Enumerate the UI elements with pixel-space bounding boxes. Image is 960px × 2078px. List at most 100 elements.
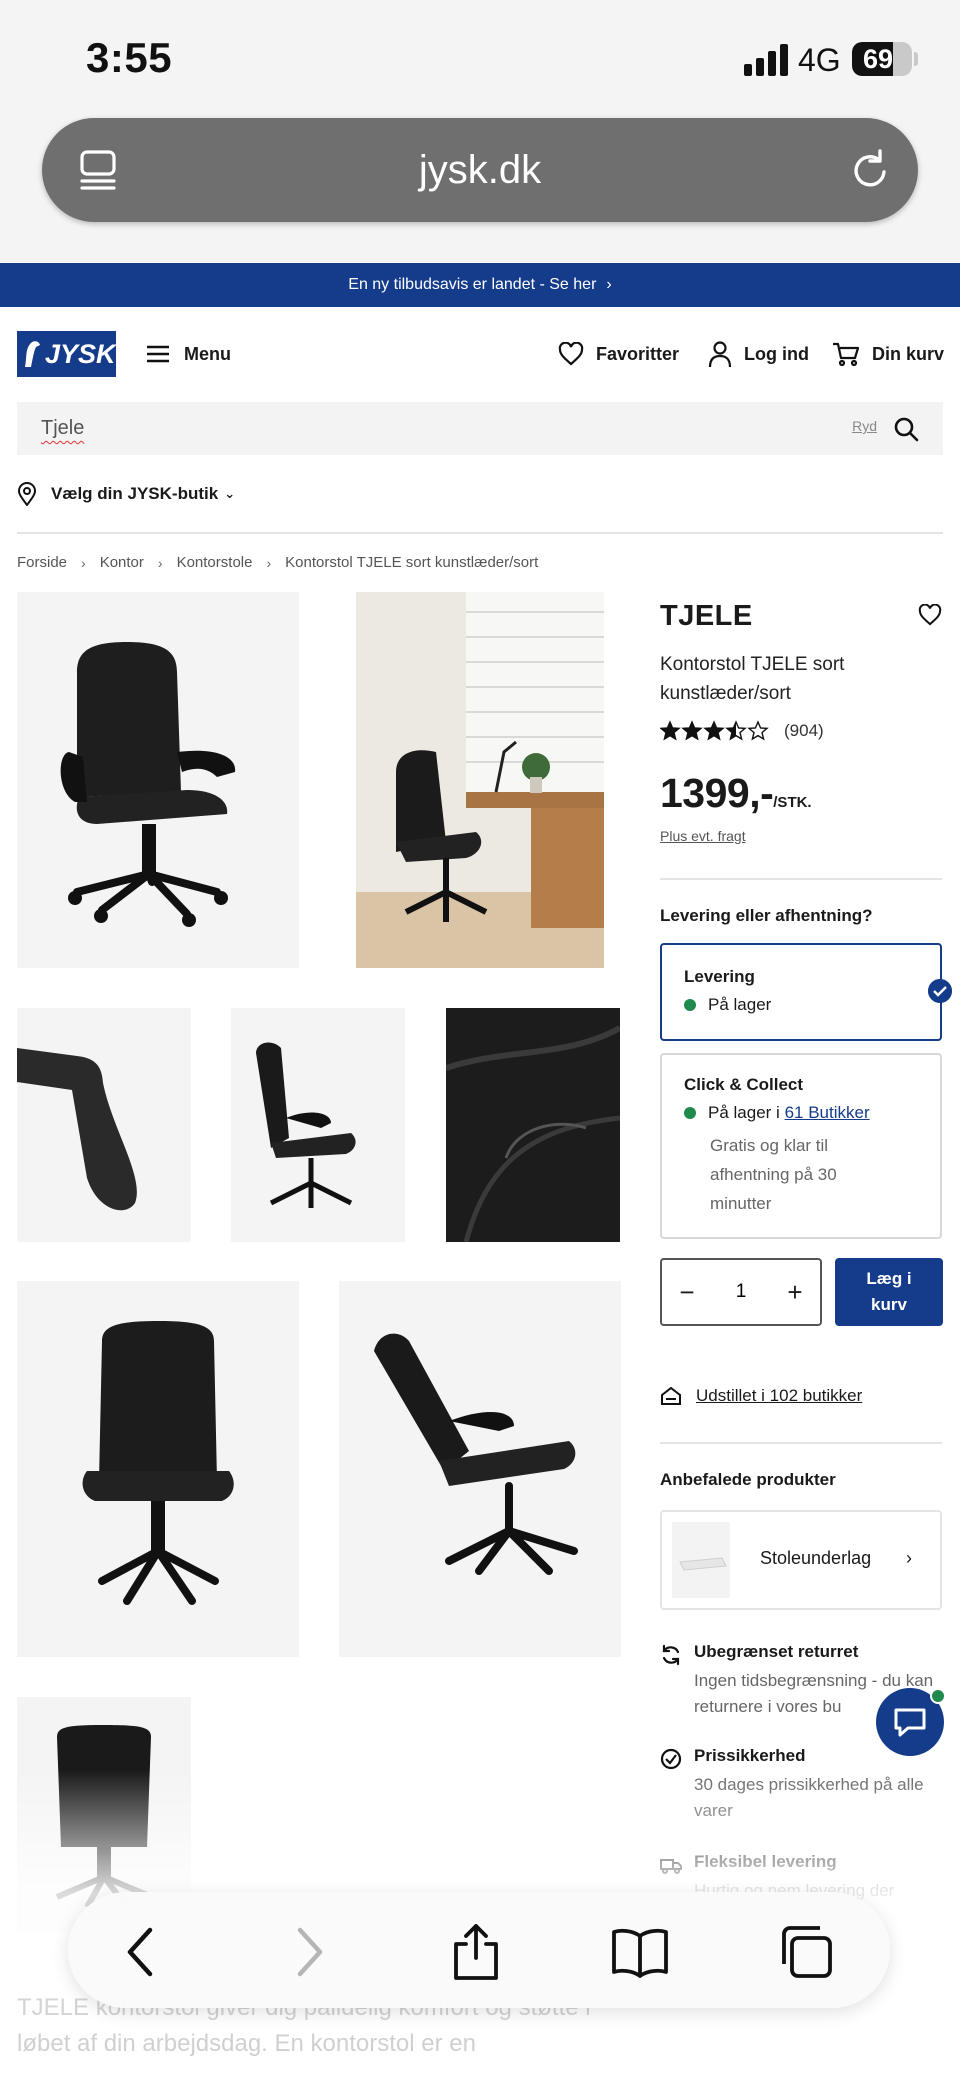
- product-image-room[interactable]: [356, 592, 604, 968]
- armrest-image: [17, 1048, 137, 1211]
- add-to-cart-line1: Læg i: [866, 1269, 912, 1288]
- breadcrumb-item[interactable]: Forside: [17, 554, 67, 571]
- star-icon: [703, 720, 725, 741]
- menu-label: Menu: [184, 343, 231, 364]
- login-link[interactable]: Log ind: [708, 337, 809, 371]
- chair-recline-image: [374, 1333, 578, 1575]
- add-to-cart-button[interactable]: Læg i kurv: [835, 1258, 943, 1326]
- divider: [660, 878, 942, 880]
- rating-stars: [660, 720, 769, 741]
- option-note: Gratis og klar til afhentning på 30 minu…: [710, 1136, 837, 1213]
- chevron-right-icon: ›: [81, 554, 86, 571]
- star-icon: [725, 720, 747, 741]
- option-title: Levering: [684, 967, 755, 986]
- chair-side-image: [256, 1042, 356, 1208]
- chevron-right-icon: ›: [906, 1548, 912, 1568]
- stock-status: På lager i 61 Butikker: [708, 1103, 870, 1123]
- url-text[interactable]: jysk.dk: [42, 118, 918, 222]
- share-icon[interactable]: [446, 1922, 506, 1982]
- chair-image: [60, 642, 236, 927]
- product-image-recline[interactable]: [339, 1281, 621, 1657]
- stock-dot-icon: [684, 999, 696, 1011]
- usp-text: 30 dages prissikkerhed på alle varer: [694, 1775, 924, 1820]
- battery-percent: 69: [862, 44, 894, 74]
- online-indicator: [930, 1688, 946, 1704]
- mat-image: [679, 1557, 727, 1571]
- breadcrumb-item[interactable]: Kontorstole: [177, 554, 253, 571]
- bookmarks-icon[interactable]: [610, 1922, 670, 1982]
- address-bar[interactable]: jysk.dk: [42, 118, 918, 222]
- search-input[interactable]: [41, 402, 541, 455]
- logo-bird-icon: [25, 341, 40, 367]
- cart-label: Din kurv: [872, 343, 945, 364]
- back-icon[interactable]: [112, 1922, 172, 1982]
- search-icon[interactable]: [893, 416, 919, 442]
- menu-button[interactable]: Menu: [146, 337, 231, 371]
- price-unit: /STK.: [773, 794, 812, 811]
- forward-icon[interactable]: [278, 1922, 338, 1982]
- recommended-label: Stoleunderlag: [760, 1548, 872, 1568]
- tabs-overview-icon[interactable]: [776, 1922, 836, 1982]
- chair-front-image: [82, 1321, 234, 1605]
- stock-status: På lager: [708, 995, 772, 1014]
- stores-link[interactable]: 61 Butikker: [785, 1103, 870, 1122]
- product-image-front-2[interactable]: [17, 1281, 299, 1657]
- divider: [660, 1442, 942, 1444]
- price: 1399,-/STK.: [660, 770, 812, 817]
- chat-button[interactable]: [876, 1688, 946, 1756]
- option-stock: På lager: [684, 995, 771, 1015]
- search-clear-button[interactable]: Ryd: [852, 418, 877, 434]
- product-image-armrest[interactable]: [17, 1008, 191, 1242]
- shipping-link[interactable]: Plus evt. fragt: [660, 828, 746, 844]
- usp-title: Ubegrænset returret: [694, 1642, 859, 1661]
- store-picker-label: Vælg din JYSK-butik: [51, 484, 219, 503]
- star-icon: [681, 720, 703, 741]
- favorites-link[interactable]: Favoritter: [558, 337, 679, 371]
- delivery-heading: Levering eller afhentning?: [660, 906, 873, 925]
- search-bar: Ryd: [17, 402, 943, 455]
- refresh-icon: [662, 1644, 680, 1666]
- logo-text: JYSK: [45, 339, 116, 369]
- displayed-in-label: Udstillet i 102 butikker: [696, 1386, 863, 1405]
- store-picker[interactable]: Vælg din JYSK-butik ⌄: [17, 478, 235, 510]
- stock-status-prefix: På lager i: [708, 1103, 780, 1122]
- battery-icon: 69: [852, 42, 912, 76]
- cart-link[interactable]: Din kurv: [832, 337, 944, 371]
- cart-icon: [833, 342, 860, 367]
- check-circle-icon: [660, 1748, 682, 1770]
- browser-toolbar: jysk.dk: [0, 110, 960, 262]
- option-stock: På lager i 61 Butikker: [684, 1103, 870, 1123]
- checkmark-icon: [928, 979, 952, 1003]
- battery-tip: [914, 52, 918, 66]
- product-subtitle: Kontorstol TJELE sort kunstlæder/sort: [660, 654, 845, 704]
- decrease-button[interactable]: −: [662, 1260, 712, 1324]
- recommended-item[interactable]: Stoleunderlag ›: [660, 1510, 942, 1610]
- add-to-cart-line2: kurv: [871, 1295, 907, 1314]
- signal-icon: [744, 44, 788, 76]
- stock-dot-icon: [684, 1107, 696, 1119]
- recommended-heading: Anbefalede produkter: [660, 1470, 836, 1489]
- jysk-logo[interactable]: JYSK: [17, 331, 116, 377]
- product-image-side[interactable]: [231, 1008, 405, 1242]
- network-type: 4G: [798, 42, 841, 78]
- chevron-right-icon: ›: [606, 276, 612, 293]
- product-image-front[interactable]: [17, 592, 299, 968]
- promo-text: En ny tilbudsavis er landet - Se her: [348, 276, 597, 293]
- breadcrumb-item[interactable]: Kontor: [100, 554, 144, 571]
- breadcrumb: Forside › Kontor › Kontorstole › Kontors…: [17, 554, 538, 571]
- delivery-option-levering[interactable]: Levering På lager: [660, 943, 952, 1041]
- displayed-in-stores-link[interactable]: Udstillet i 102 butikker: [660, 1386, 862, 1406]
- promo-banner[interactable]: En ny tilbudsavis er landet - Se her ›: [0, 263, 960, 307]
- quantity-stepper: − +: [660, 1258, 822, 1326]
- favorite-heart-icon[interactable]: [918, 604, 942, 626]
- product-image-detail[interactable]: [446, 1008, 620, 1242]
- hamburger-icon: [147, 345, 169, 363]
- rating[interactable]: (904): [660, 720, 824, 742]
- truck-icon: [660, 1859, 682, 1874]
- user-icon: [708, 341, 732, 368]
- login-label: Log ind: [744, 343, 809, 364]
- reload-icon[interactable]: [846, 146, 894, 194]
- delivery-option-click-collect[interactable]: Click & Collect På lager i 61 Butikker G…: [660, 1053, 942, 1239]
- increase-button[interactable]: +: [770, 1260, 820, 1324]
- quantity-input[interactable]: [712, 1260, 770, 1324]
